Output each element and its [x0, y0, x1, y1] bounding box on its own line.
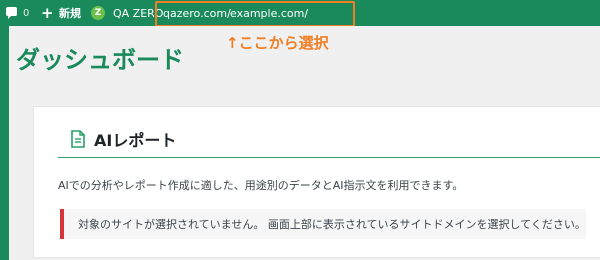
- error-notice-text: 対象のサイトが選択されていません。 画面上部に表示されているサイトドメインを選択…: [78, 218, 586, 231]
- page-title: ダッシュボード: [16, 46, 184, 74]
- document-icon: [71, 130, 85, 148]
- annotation-label: ↑ここから選択: [226, 34, 329, 52]
- new-content-link[interactable]: 新規: [59, 0, 81, 26]
- card-header: AIレポート: [58, 127, 600, 158]
- ai-report-card: AIレポート AIでの分析やレポート作成に適した、用途別のデータとAI指示文を利…: [33, 106, 600, 258]
- card-title: AIレポート: [94, 131, 177, 150]
- comment-count[interactable]: 0: [23, 0, 29, 26]
- qa-zero-logo-icon[interactable]: Z: [91, 6, 105, 20]
- annotation-highlight-box: [155, 1, 355, 27]
- main-content: ダッシュボード AIレポート AIでの分析やレポート作成に適した、用途別のデータ…: [9, 26, 600, 260]
- error-notice: 対象のサイトが選択されていません。 画面上部に表示されているサイトドメインを選択…: [60, 209, 586, 239]
- comment-icon[interactable]: [6, 7, 17, 19]
- card-description: AIでの分析やレポート作成に適した、用途別のデータとAI指示文を利用できます。: [58, 179, 464, 192]
- plus-icon[interactable]: +: [41, 0, 54, 26]
